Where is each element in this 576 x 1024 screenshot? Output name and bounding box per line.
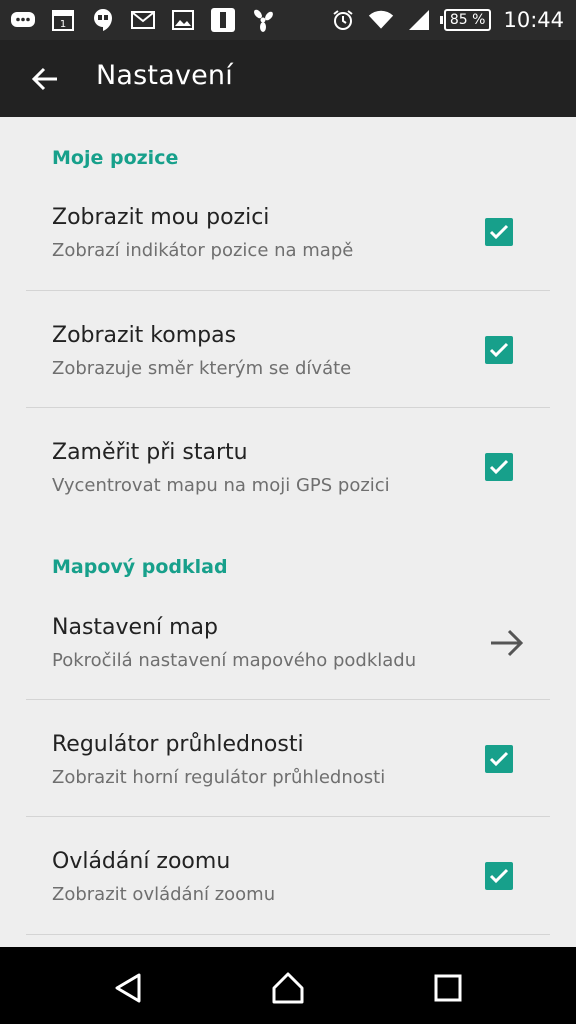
setting-subtitle: Zobrazuje směr kterým se díváte (52, 358, 352, 379)
app-bar: Nastavení (0, 40, 576, 117)
opacity-slider-checkbox[interactable] (485, 745, 513, 773)
page-title: Nastavení (96, 60, 233, 91)
alarm-icon (330, 8, 356, 32)
setting-title: Nastavení map (52, 615, 218, 640)
wifi-icon (368, 8, 394, 32)
checkmark-icon (489, 224, 509, 240)
clock: 10:44 (503, 8, 564, 32)
hangouts-icon (90, 8, 116, 32)
setting-show-my-position[interactable]: Zobrazit mou pozici Zobrazí indikátor po… (0, 195, 576, 290)
setting-map-settings[interactable]: Nastavení map Pokročilá nastavení mapové… (0, 605, 576, 700)
checkmark-icon (489, 751, 509, 767)
setting-title: Zobrazit kompas (52, 323, 237, 348)
fan-icon (250, 8, 276, 32)
setting-subtitle: Zobrazit ovládání zoomu (52, 884, 276, 905)
nav-back-icon[interactable] (111, 971, 145, 1005)
gmail-icon (130, 8, 156, 32)
chat-bubble-icon (10, 8, 36, 32)
calendar-icon: 1 (50, 8, 76, 32)
setting-subtitle: Zobrazí indikátor pozice na mapě (52, 240, 354, 261)
setting-center-on-start[interactable]: Zaměřit při startu Vycentrovat mapu na m… (0, 430, 576, 525)
zoom-controls-checkbox[interactable] (485, 862, 513, 890)
svg-text:1: 1 (60, 19, 66, 30)
divider (26, 816, 550, 817)
battery-indicator: 85 % (439, 9, 492, 31)
status-bar: 1 85 % 10:44 (0, 0, 576, 40)
system-status-icons: 85 % 10:44 (330, 6, 564, 34)
divider (26, 699, 550, 700)
back-arrow-icon[interactable] (30, 64, 60, 94)
signal-icon (406, 8, 432, 32)
setting-title: Zobrazit mou pozici (52, 205, 270, 230)
section-header-my-position: Moje pozice (52, 147, 179, 169)
nav-recents-icon[interactable] (431, 971, 465, 1005)
arrow-right-icon (489, 625, 525, 661)
checkmark-icon (489, 342, 509, 358)
divider (26, 290, 550, 291)
nav-home-icon[interactable] (271, 971, 305, 1005)
setting-subtitle: Zobrazit horní regulátor průhlednosti (52, 767, 386, 788)
setting-title: Zaměřit při startu (52, 440, 248, 465)
divider (26, 934, 550, 935)
setting-zoom-controls[interactable]: Ovládání zoomu Zobrazit ovládání zoomu (0, 839, 576, 934)
setting-opacity-slider[interactable]: Regulátor průhlednosti Zobrazit horní re… (0, 722, 576, 817)
show-position-checkbox[interactable] (485, 218, 513, 246)
navigation-bar (0, 947, 576, 1024)
checkmark-icon (489, 459, 509, 475)
setting-title: Regulátor průhlednosti (52, 732, 304, 757)
setting-subtitle: Vycentrovat mapu na moji GPS pozici (52, 475, 390, 496)
phone-icon (210, 8, 236, 32)
checkmark-icon (489, 868, 509, 884)
settings-list: Moje pozice Zobrazit mou pozici Zobrazí … (0, 117, 576, 947)
setting-subtitle: Pokročilá nastavení mapového podkladu (52, 650, 417, 671)
setting-show-compass[interactable]: Zobrazit kompas Zobrazuje směr kterým se… (0, 313, 576, 408)
notification-icons: 1 (10, 6, 276, 34)
section-header-map-layer: Mapový podklad (52, 556, 228, 578)
gallery-icon (170, 8, 196, 32)
center-on-start-checkbox[interactable] (485, 453, 513, 481)
show-compass-checkbox[interactable] (485, 336, 513, 364)
setting-title: Ovládání zoomu (52, 849, 231, 874)
divider (26, 407, 550, 408)
